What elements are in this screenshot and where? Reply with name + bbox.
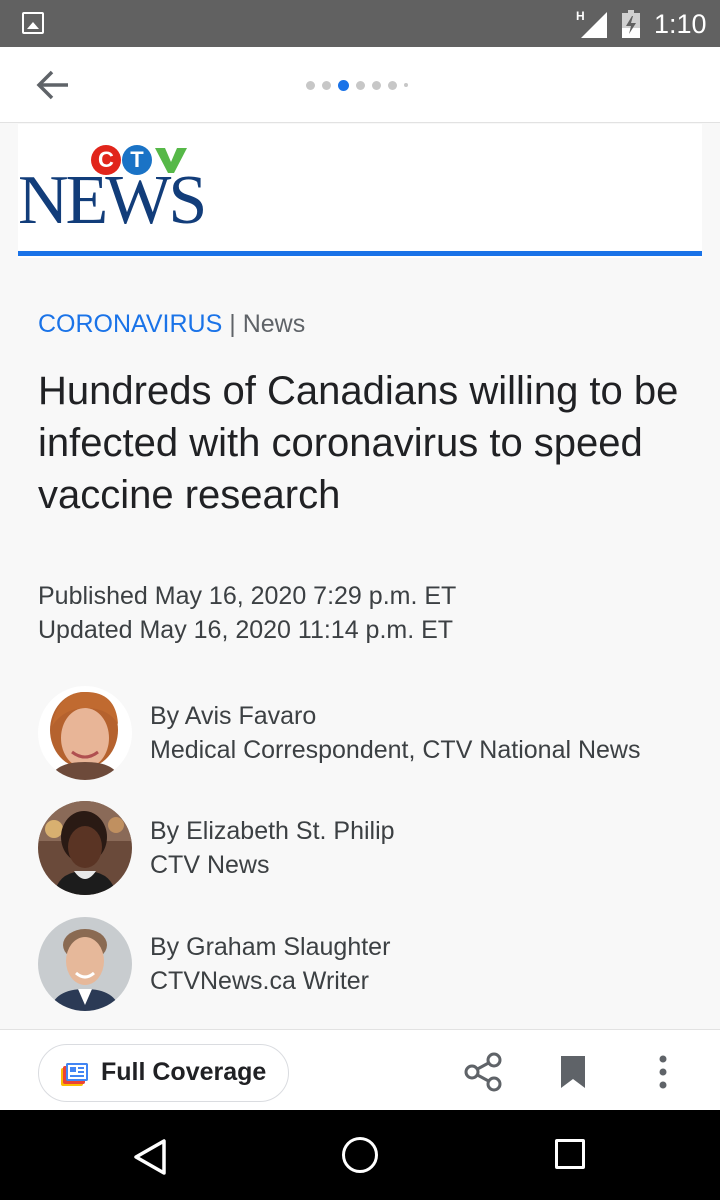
author-role: CTV News [150,851,270,879]
status-bar: H 1:10 [0,0,720,47]
author-row: By Elizabeth St. Philip CTV News [38,801,688,895]
published-date: Published May 16, 2020 7:29 p.m. ET [38,582,457,610]
updated-date: Updated May 16, 2020 11:14 p.m. ET [38,616,454,644]
more-vert-icon[interactable] [652,1054,674,1090]
article-section: CORONAVIRUS | News [38,310,305,339]
signal-icon [581,12,607,38]
author-row: By Avis Favaro Medical Correspondent, CT… [38,686,688,780]
page-dot [404,83,408,87]
system-nav-bar [0,1110,720,1200]
page-dot [388,80,397,90]
author-avatar [38,917,132,1011]
page-dot [372,80,381,90]
article-dates: Published May 16, 2020 7:29 p.m. ET Upda… [38,579,456,647]
author-role: Medical Correspondent, CTV National News [150,736,641,764]
category-link[interactable]: CORONAVIRUS [38,310,222,338]
author-info: By Graham Slaughter CTVNews.ca Writer [150,930,390,998]
battery-charging-icon [622,10,640,38]
author-row: By Graham Slaughter CTVNews.ca Writer [38,917,688,1011]
clock: 1:10 [654,9,707,39]
page-dot [356,80,365,90]
arrow-back-icon[interactable] [30,65,74,105]
page-dot [306,80,315,90]
nav-home-icon[interactable] [342,1137,378,1173]
author-byline: By Elizabeth St. Philip [150,817,395,845]
news-wordmark: NEWS [18,162,207,239]
publisher-logo: C T NEWS [18,124,702,258]
bookmark-icon[interactable] [559,1054,587,1090]
image-notification-icon [22,12,44,34]
author-avatar [38,801,132,895]
full-coverage-icon [61,1063,88,1086]
bottom-action-bar: Full Coverage [0,1029,720,1110]
full-coverage-label: Full Coverage [101,1058,267,1086]
author-avatar [38,686,132,780]
author-byline: By Graham Slaughter [150,933,391,961]
top-app-bar [0,47,720,123]
section-separator: | [229,310,236,338]
page-indicator [306,79,415,91]
nav-recents-icon[interactable] [555,1139,585,1169]
share-icon[interactable] [464,1052,502,1092]
page-dot-active [338,79,349,91]
author-byline: By Avis Favaro [150,702,317,730]
section-name: News [242,310,306,338]
nav-back-icon[interactable] [130,1137,170,1177]
author-info: By Elizabeth St. Philip CTV News [150,814,395,882]
page-dot [322,80,331,90]
logo-divider [18,251,702,256]
author-role: CTVNews.ca Writer [150,967,370,995]
full-coverage-button[interactable]: Full Coverage [38,1044,289,1102]
author-info: By Avis Favaro Medical Correspondent, CT… [150,699,641,767]
article-headline: Hundreds of Canadians willing to be infe… [38,369,679,517]
